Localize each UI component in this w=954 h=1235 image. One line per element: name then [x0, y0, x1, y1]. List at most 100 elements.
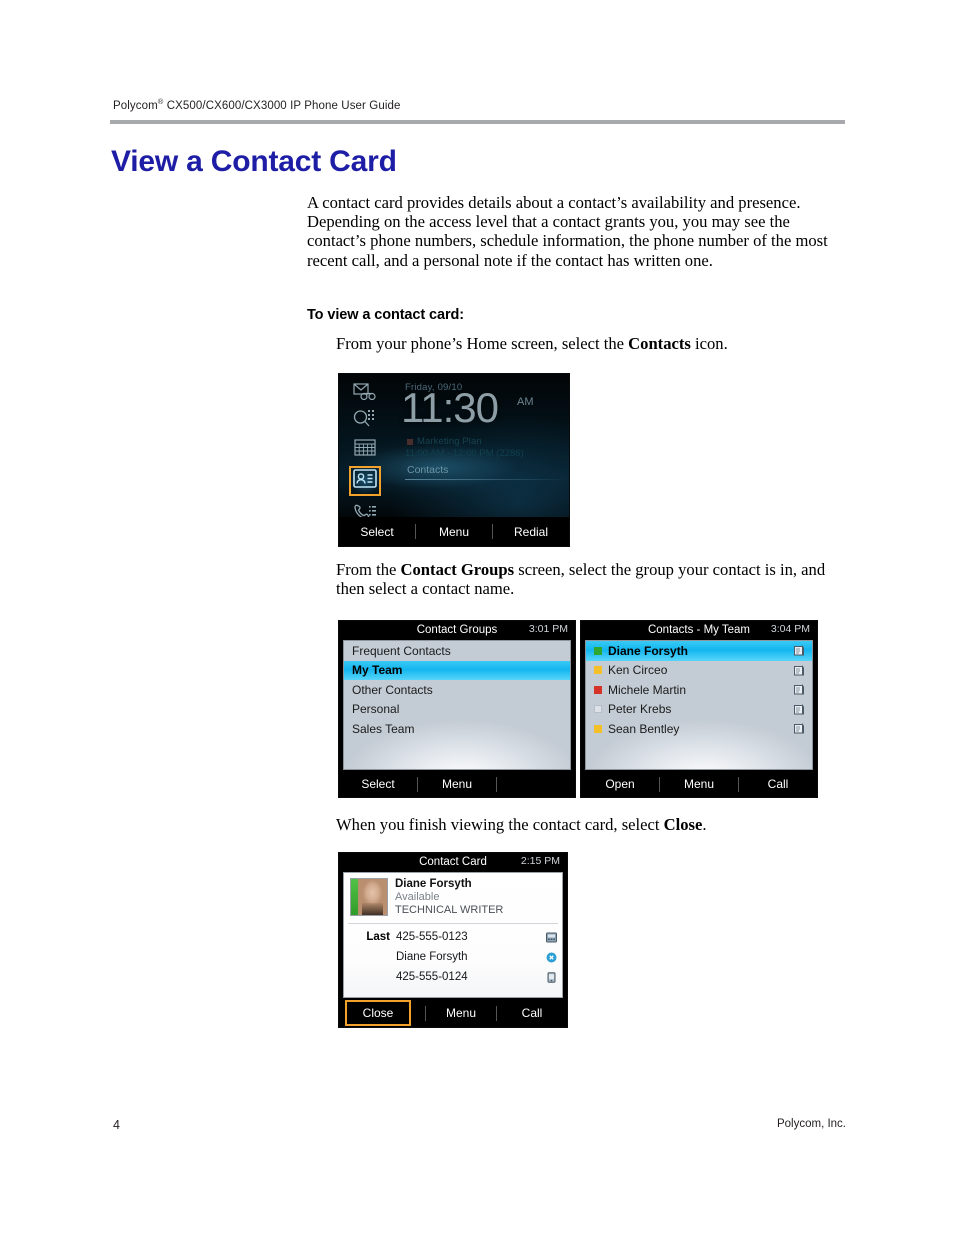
contact-card-identity: Diane Forsyth Available TECHNICAL WRITER	[395, 878, 503, 917]
row-value: 425-555-0124	[396, 971, 468, 983]
softkey-menu[interactable]: Menu	[426, 1006, 496, 1020]
group-label: Other Contacts	[352, 682, 433, 697]
step-2-text: From the Contact Groups screen, select t…	[336, 560, 846, 598]
contact-card-row[interactable]: 425-555-0124	[344, 967, 562, 987]
softkey-call[interactable]: Call	[497, 1006, 567, 1020]
step-1-after: icon.	[690, 334, 728, 353]
contact-card-icon[interactable]	[794, 684, 804, 695]
phone-contact-groups-image: Contact Groups 3:01 PM Frequent Contacts…	[338, 620, 576, 798]
step-2-before: From the	[336, 560, 401, 579]
contacts-icon[interactable]	[353, 469, 377, 493]
step-2-bold: Contact Groups	[400, 560, 515, 579]
step-1-text: From your phone’s Home screen, select th…	[336, 334, 856, 353]
contact-name: Diane Forsyth	[608, 643, 689, 658]
softkey-separator	[496, 776, 497, 792]
contact-groups-list: Frequent Contacts My Team Other Contacts…	[343, 640, 571, 770]
presence-indicator	[594, 685, 602, 694]
step-1-before: From your phone’s Home screen, select th…	[336, 334, 629, 353]
softkey-select[interactable]: Select	[339, 777, 417, 791]
softkey-select[interactable]: Select	[339, 525, 415, 539]
list-item[interactable]: Ken Circeo	[586, 661, 812, 681]
contact-card-row[interactable]: Last 425-555-0123	[344, 927, 562, 947]
contact-card-row[interactable]: Diane Forsyth	[344, 947, 562, 967]
contact-card-icon[interactable]	[794, 664, 804, 676]
contacts-icon-highlight[interactable]	[349, 466, 381, 496]
list-item[interactable]: Personal	[344, 700, 570, 720]
contact-groups-title: Contact Groups	[416, 624, 498, 636]
home-screen-body: Friday, 09/10 11:30 AM Marketing Plan 11…	[339, 374, 569, 520]
row-value: 425-555-0123	[396, 931, 468, 943]
mobile-phone-icon[interactable]	[540, 971, 562, 983]
contact-card-icon[interactable]	[794, 645, 804, 656]
contact-card-divider	[348, 923, 558, 924]
voicemail-icon[interactable]	[351, 380, 379, 402]
avatar-photo	[358, 879, 387, 915]
presence-indicator	[594, 705, 602, 714]
contact-card-header: Diane Forsyth Available TECHNICAL WRITER	[344, 873, 562, 921]
home-meeting-title-text: Marketing Plan	[417, 436, 482, 447]
contact-card-name: Diane Forsyth	[395, 878, 472, 890]
my-team-contact-list: Diane Forsyth Ken Circeo Michele Martin …	[585, 640, 813, 770]
step-3-before: When you finish viewing the contact card…	[336, 815, 664, 834]
list-item[interactable]: Other Contacts	[344, 680, 570, 700]
softkey-close[interactable]: Close	[363, 1006, 394, 1020]
home-icon-sidebar	[347, 380, 383, 524]
list-item[interactable]: Peter Krebs	[586, 700, 812, 720]
avatar	[350, 878, 388, 916]
group-label: Personal	[352, 702, 400, 717]
softkey-menu[interactable]: Menu	[416, 525, 492, 539]
running-header-rest: CX500/CX600/CX3000 IP Phone User Guide	[163, 99, 401, 112]
list-item[interactable]: Michele Martin	[586, 680, 812, 700]
row-label: Last	[366, 931, 390, 943]
softkey-call[interactable]: Call	[739, 777, 817, 791]
contact-card-softkey-bar: Close Menu Call	[339, 999, 567, 1027]
group-label: Frequent Contacts	[352, 643, 451, 658]
contact-name: Ken Circeo	[608, 663, 668, 678]
contact-groups-title-bar: Contact Groups 3:01 PM	[339, 621, 575, 639]
im-icon[interactable]	[540, 952, 562, 963]
work-phone-icon[interactable]	[540, 932, 562, 943]
presence-indicator-bar	[351, 879, 358, 915]
group-label: My Team	[352, 663, 403, 678]
contact-card-icon[interactable]	[794, 723, 804, 734]
my-team-title-bar: Contacts - My Team 3:04 PM	[581, 621, 817, 639]
softkey-redial[interactable]: Redial	[493, 525, 569, 539]
page-title: View a Contact Card	[111, 145, 397, 178]
home-meeting-detail: 11:00 AM - 12:00 PM (2286)	[405, 448, 524, 459]
step-1-bold: Contacts	[628, 334, 691, 353]
list-item-selected[interactable]: My Team	[344, 660, 570, 680]
page-number: 4	[113, 1118, 120, 1132]
list-item[interactable]: Sales Team	[344, 719, 570, 739]
list-item-selected[interactable]: Diane Forsyth	[586, 641, 812, 661]
home-clock-ampm: AM	[517, 396, 534, 408]
meeting-color-swatch	[407, 438, 413, 445]
contact-card-status: Available	[395, 891, 440, 903]
presence-indicator	[594, 646, 602, 655]
list-item[interactable]: Sean Bentley	[586, 719, 812, 739]
step-3-bold: Close	[663, 815, 703, 834]
contact-card-job-title: TECHNICAL WRITER	[395, 904, 504, 916]
section-subheading: To view a contact card:	[307, 307, 464, 323]
header-divider-rule	[110, 120, 845, 124]
calendar-icon[interactable]	[351, 436, 379, 458]
presence-indicator	[594, 724, 602, 733]
contact-name: Michele Martin	[608, 682, 687, 697]
step-3-text: When you finish viewing the contact card…	[336, 815, 836, 834]
list-item[interactable]: Frequent Contacts	[344, 641, 570, 661]
home-clock: 11:30	[401, 384, 499, 431]
row-value: Diane Forsyth	[396, 951, 468, 963]
softkey-menu[interactable]: Menu	[660, 777, 738, 791]
home-softkey-bar: Select Menu Redial	[339, 517, 569, 546]
contact-card-icon[interactable]	[794, 703, 804, 715]
softkey-open[interactable]: Open	[581, 777, 659, 791]
contact-groups-clock: 3:01 PM	[528, 623, 568, 635]
contact-card-clock: 2:15 PM	[520, 855, 560, 867]
my-team-clock: 3:04 PM	[770, 623, 810, 635]
phone-contact-card-image: Contact Card 2:15 PM Diane Forsyth Avail…	[338, 852, 568, 1028]
contact-card-title: Contact Card	[419, 856, 487, 868]
softkey-menu[interactable]: Menu	[418, 777, 496, 791]
running-header: Polycom® CX500/CX600/CX3000 IP Phone Use…	[113, 97, 400, 112]
search-icon[interactable]	[351, 408, 379, 430]
softkey-close-highlight[interactable]: Close	[345, 1000, 411, 1026]
running-header-prefix: Polycom	[113, 99, 158, 112]
